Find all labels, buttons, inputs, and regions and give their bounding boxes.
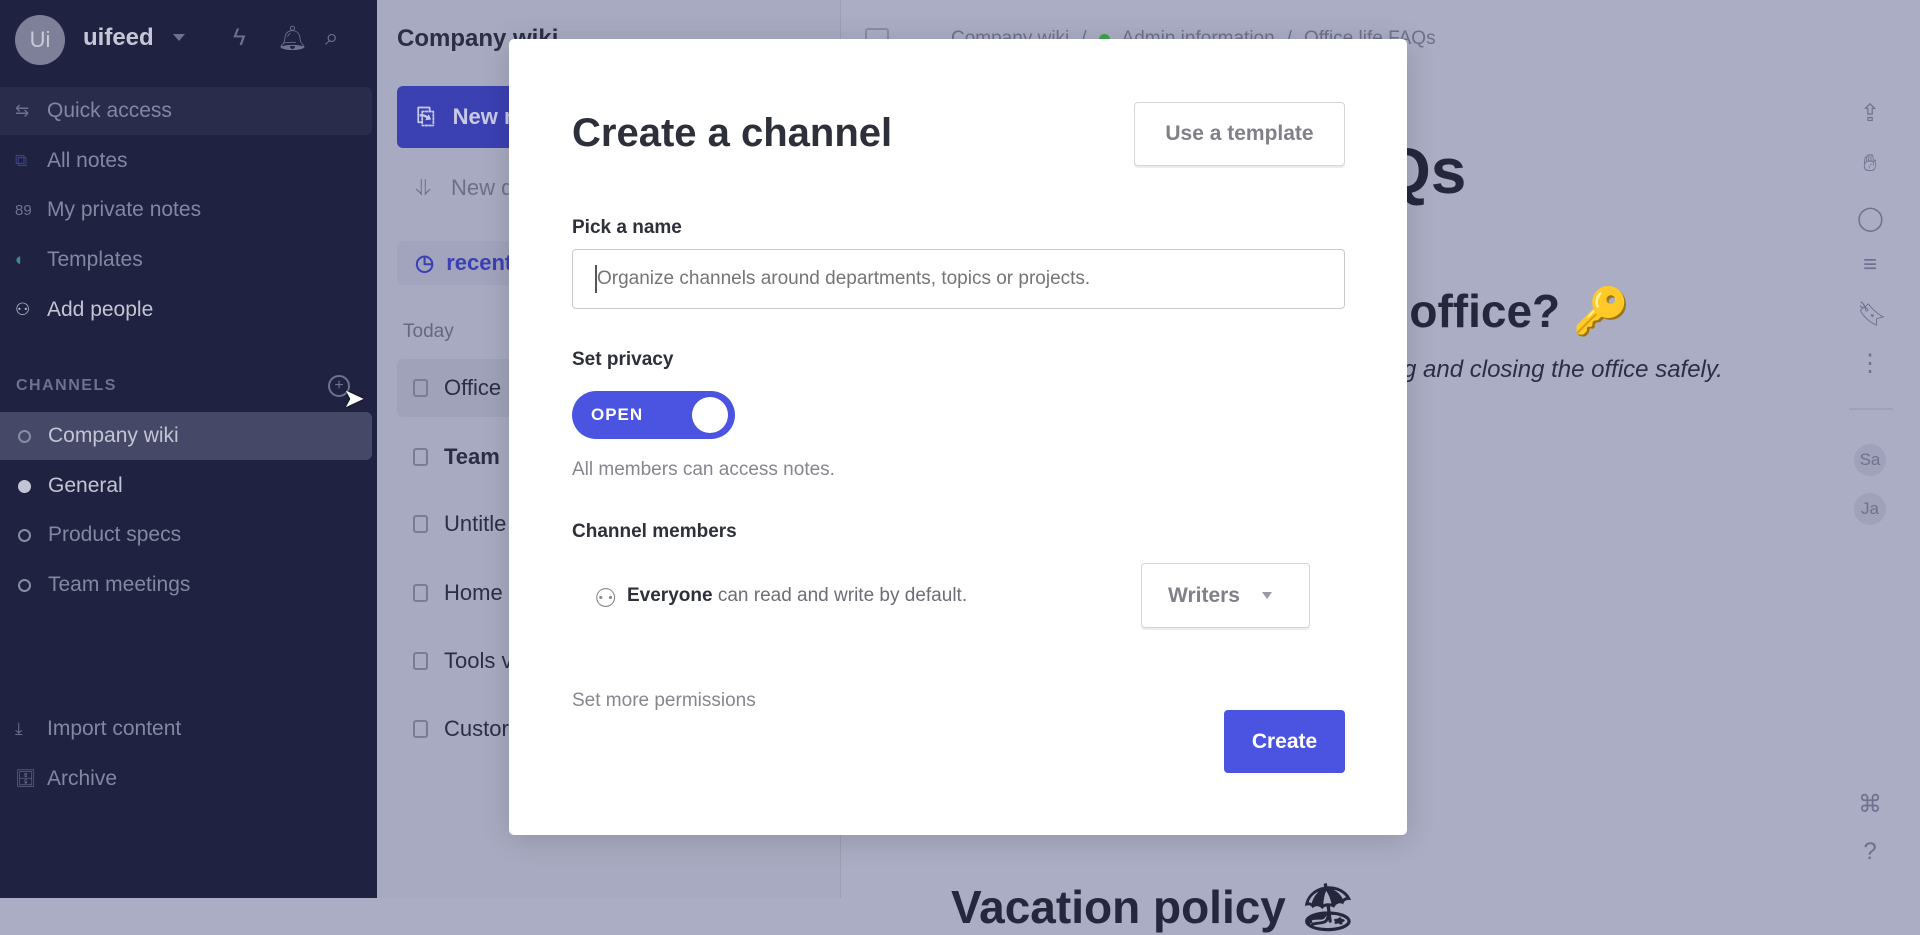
label: Team meetings: [48, 573, 191, 596]
avatar[interactable]: Sa: [1854, 444, 1886, 476]
channels-heading: CHANNELS: [16, 377, 117, 394]
label: recent: [446, 250, 513, 275]
label: Team: [444, 444, 500, 469]
use-template-button[interactable]: Use a template: [1134, 102, 1345, 166]
label: Custor: [444, 716, 509, 741]
outline-icon[interactable]: ≡: [1857, 251, 1883, 279]
channel-dot-icon: [18, 429, 31, 443]
more-icon[interactable]: ⋮: [1857, 349, 1883, 378]
group-icon: ⚇: [594, 583, 618, 613]
wave-icon[interactable]: ✋︎: [1857, 150, 1883, 178]
permission-text: can read and write by default.: [717, 585, 968, 606]
dialog-title: Create a channel: [572, 111, 893, 155]
label: Home: [444, 580, 503, 605]
archive[interactable]: 🗄︎ Archive: [0, 755, 372, 803]
label: Add people: [47, 298, 154, 321]
role-select[interactable]: Writers: [1141, 563, 1310, 628]
toggle-knob: [692, 397, 728, 433]
command-icon[interactable]: ⌘: [1857, 790, 1883, 819]
label: Untitle: [444, 511, 507, 536]
count-badge: 89: [15, 201, 32, 219]
sidebar-item-quick-access[interactable]: ⇆ Quick access: [0, 87, 372, 135]
channel-name-input[interactable]: [572, 249, 1345, 309]
section-heading: Vacation policy 🏖: [951, 881, 1358, 933]
label: My private notes: [47, 198, 202, 221]
label: Templates: [47, 248, 143, 271]
comment-icon[interactable]: ◯: [1857, 204, 1884, 233]
note-icon: [413, 720, 428, 738]
label: General: [48, 474, 123, 497]
label: Office: [444, 375, 502, 400]
import-icon: ⥥: [415, 175, 431, 200]
channel-product-specs[interactable]: Product specs: [0, 511, 372, 559]
section-text: ning and closing the office safely.: [1371, 356, 1723, 383]
label: New d: [451, 175, 514, 200]
add-person-icon: ⚇: [15, 300, 31, 319]
note-icon: [413, 584, 428, 602]
toggle-label: OPEN: [591, 405, 644, 424]
channel-dot-icon: [18, 528, 31, 542]
clock-icon: ◷: [415, 250, 435, 275]
members-label: Channel members: [572, 521, 737, 542]
chevron-down-icon: [1261, 592, 1272, 599]
label: Product specs: [48, 523, 182, 546]
label: Company wiki: [48, 424, 179, 447]
sidebar: Ui uifeed ϟ 🔔︎ ⌕ ⇆ Quick access ⧉ All note…: [0, 0, 377, 898]
channel-company-wiki[interactable]: Company wiki: [0, 412, 372, 460]
everyone-label: Everyone: [627, 585, 713, 606]
divider: [1849, 408, 1893, 410]
note-icon: [413, 448, 428, 466]
notes-stack-icon: ⧉: [15, 151, 28, 170]
note-icon: [413, 379, 428, 397]
channel-dot-icon: [18, 578, 31, 592]
label: New n: [452, 104, 518, 129]
help-icon[interactable]: ?: [1857, 838, 1883, 866]
share-icon[interactable]: ⇪: [1857, 99, 1883, 128]
note-icon: [413, 515, 428, 533]
search-icon[interactable]: ⌕: [325, 24, 338, 52]
download-icon: ⤓: [15, 719, 23, 738]
name-label: Pick a name: [572, 217, 682, 238]
label: Archive: [47, 767, 118, 790]
more-permissions-link[interactable]: Set more permissions: [572, 690, 756, 712]
section-heading: e office? 🔑: [1371, 285, 1631, 337]
sidebar-item-templates[interactable]: ◐ Templates: [0, 236, 372, 284]
today-heading: Today: [403, 321, 454, 342]
new-note-icon: ⎘: [417, 104, 435, 129]
members-default: Everyone can read and write by default.: [627, 585, 967, 607]
mouse-cursor-icon: ➤: [343, 383, 365, 413]
role-value: Writers: [1168, 583, 1240, 607]
privacy-label: Set privacy: [572, 349, 674, 370]
bookmark-icon[interactable]: 🔖︎: [1857, 300, 1887, 329]
text-caret: [595, 265, 597, 293]
avatar[interactable]: Ui: [15, 15, 65, 65]
label: All notes: [47, 149, 128, 172]
import-content[interactable]: ⤓ Import content: [0, 705, 372, 753]
lightning-icon[interactable]: ϟ: [233, 24, 246, 52]
sidebar-item-add-people[interactable]: ⚇ Add people: [0, 286, 372, 334]
label: Tools v: [444, 648, 513, 673]
label: Quick access: [47, 99, 172, 122]
arrows-swap-icon: ⇆: [15, 101, 30, 120]
create-channel-dialog: Create a channel Use a template Pick a n…: [509, 39, 1407, 835]
new-doc-button[interactable]: ⥥ New d: [415, 175, 513, 201]
workspace-dropdown-icon[interactable]: [173, 34, 185, 41]
privacy-toggle[interactable]: OPEN: [572, 391, 735, 439]
archive-icon: 🗄︎: [15, 769, 37, 788]
note-icon: [413, 652, 428, 670]
templates-icon: ◐: [15, 250, 26, 269]
sidebar-item-private-notes[interactable]: 89 My private notes: [0, 186, 372, 234]
workspace-name[interactable]: uifeed: [83, 24, 154, 52]
channel-general[interactable]: General: [0, 462, 372, 510]
channel-team-meetings[interactable]: Team meetings: [0, 561, 372, 609]
privacy-hint: All members can access notes.: [572, 459, 835, 480]
bell-icon[interactable]: 🔔︎: [277, 24, 307, 53]
sidebar-item-all-notes[interactable]: ⧉ All notes: [0, 137, 372, 185]
avatar[interactable]: Ja: [1854, 493, 1886, 525]
channel-dot-icon: [18, 479, 31, 493]
label: Import content: [47, 717, 182, 740]
create-button[interactable]: Create: [1224, 710, 1345, 773]
